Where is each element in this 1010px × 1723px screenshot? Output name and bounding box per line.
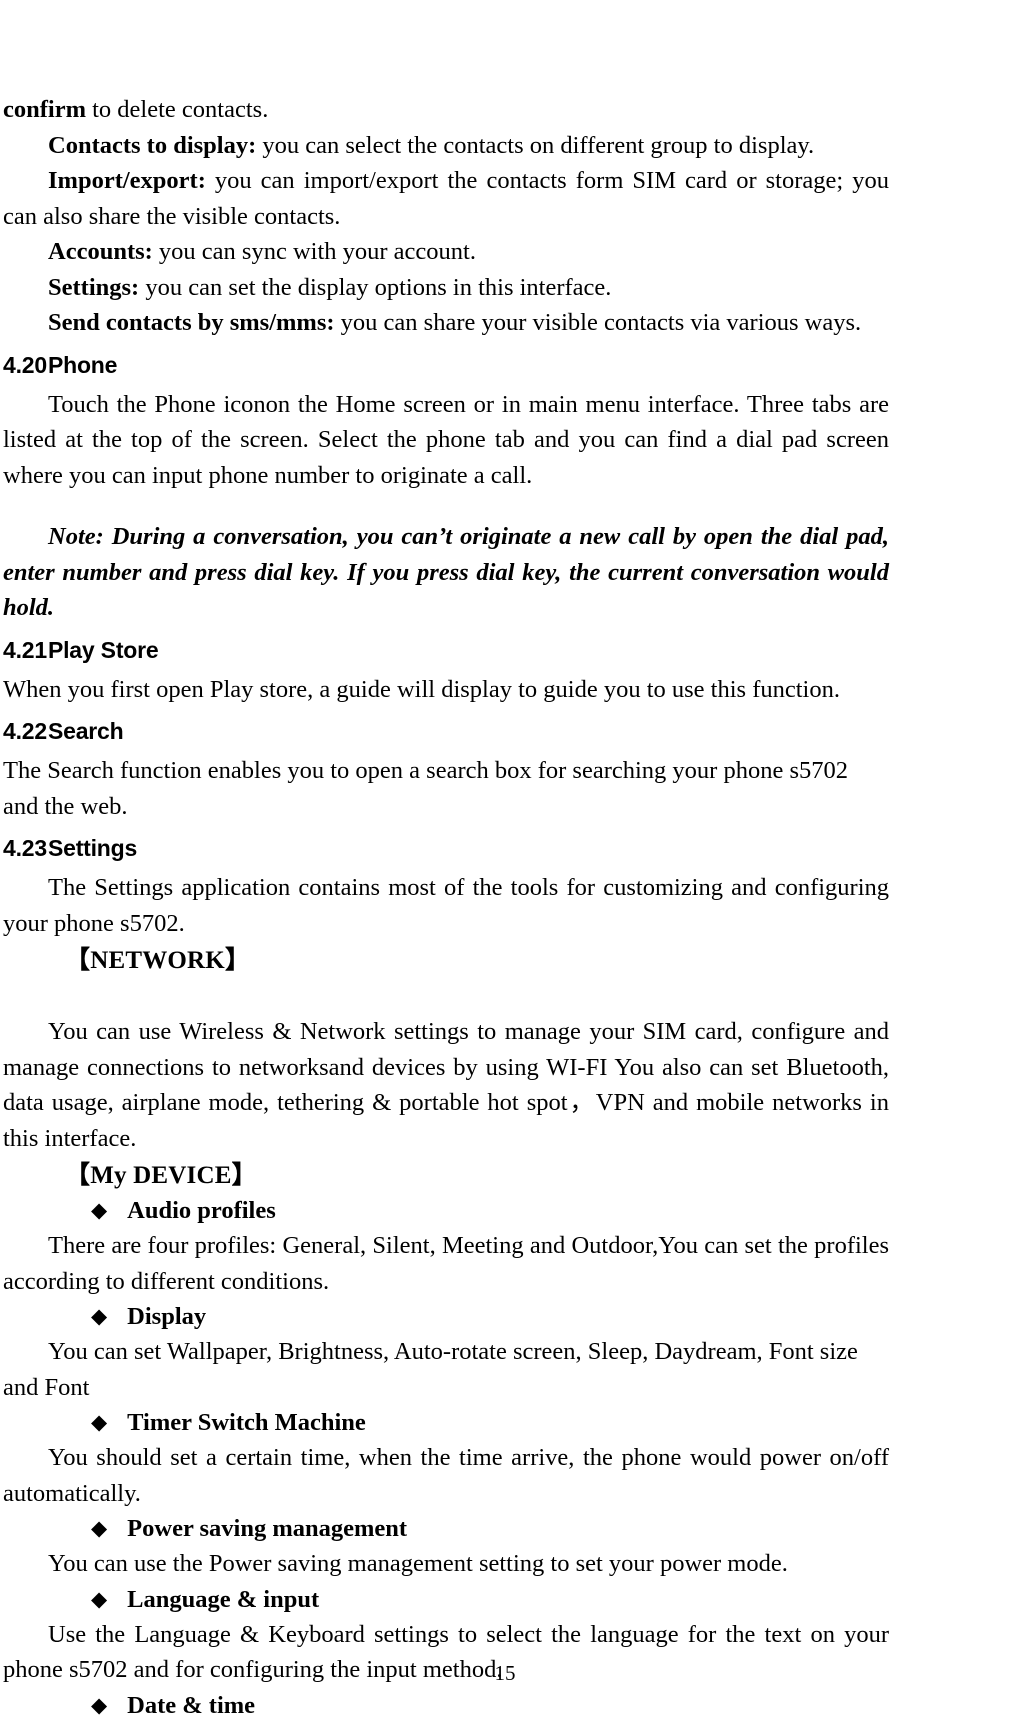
paragraph-timer-switch-machine: You should set a certain time, when the … [3,1444,889,1507]
list-item-label: Display [127,1303,207,1330]
heading-number: 4.20 [3,351,47,378]
paragraph-accounts-text: you can sync with your account. [152,238,476,265]
term-contacts-to-display: Contacts to display: [48,131,257,159]
term-send-contacts: Send contacts by sms/mms: [48,309,335,336]
paragraph-contacts-to-display: Contacts to display: you can select the … [3,128,889,164]
heading-title: Settings [47,835,138,861]
diamond-bullet-icon: ◆ [91,1304,108,1328]
paragraph-settings-entry: Settings: you can set the display option… [3,270,889,306]
paragraph-confirm-text: to delete contacts. [86,96,269,123]
manual-page: confirm to delete contacts. Contacts to … [0,0,1010,1719]
heading-number: 4.22 [3,718,47,744]
heading-title: Search [47,718,124,744]
list-item-display: ◆ Display [3,1300,889,1334]
paragraph-settings-intro: The Settings application contains most o… [3,874,889,937]
term-accounts: Accounts: [48,238,153,265]
lenticular-bracket-close-icon: 】 [231,1160,257,1189]
diamond-bullet-icon: ◆ [91,1198,108,1222]
lenticular-bracket-open-icon: 【 [65,1160,91,1189]
heading-4-20-phone: 4.20Phone [3,350,889,380]
group-label-network: NETWORK [90,947,225,974]
list-item-label: Timer Switch Machine [127,1409,366,1436]
paragraph-power-saving-management: You can use the Power saving management … [48,1550,788,1577]
page-number: 15 [494,1661,516,1685]
list-item-power-saving-management: ◆ Power saving management [3,1512,889,1546]
heading-4-21-play-store: 4.21Play Store [3,635,889,665]
paragraph-settings-entry-text: you can set the display options in this … [139,273,612,301]
paragraph-confirm: confirm to delete contacts. [3,92,889,128]
diamond-bullet-icon: ◆ [91,1516,108,1540]
heading-number: 4.23 [3,835,47,861]
list-item-label: Date & time [127,1691,256,1719]
list-item-label: Power saving management [127,1515,408,1542]
paragraph-send-contacts: Send contacts by sms/mms: you can share … [3,305,889,341]
paragraph-display: You can set Wallpaper, Brightness, Auto-… [3,1338,858,1401]
note-phone: Note: During a conversation, you can’t o… [3,523,889,621]
diamond-bullet-icon: ◆ [91,1410,108,1434]
paragraph-contacts-to-display-text: you can select the contacts on different… [256,131,815,159]
group-title-network: 【NETWORK】 [3,943,889,978]
paragraph-phone: Touch the Phone iconon the Home screen o… [3,390,889,489]
diamond-bullet-icon: ◆ [91,1586,108,1611]
list-item-date-and-time: ◆ Date & time [3,1689,889,1723]
list-item-label: Audio profiles [127,1197,276,1224]
lenticular-bracket-open-icon: 【 [65,945,91,974]
heading-number: 4.21 [3,636,47,663]
list-item-audio-profiles: ◆ Audio profiles [3,1194,889,1228]
list-item-language-and-input: ◆ Language & input [3,1583,889,1617]
paragraph-send-contacts-text: you can share your visible contacts via … [334,309,862,336]
group-title-my-device: 【My DEVICE】 [3,1158,889,1193]
diamond-bullet-icon: ◆ [91,1692,108,1717]
paragraph-search: The Search function enables you to open … [3,757,848,820]
paragraph-audio-profiles: There are four profiles: General, Silent… [3,1232,889,1295]
heading-title: Play Store [47,636,159,663]
group-label-my-device: My DEVICE [90,1162,232,1189]
term-confirm: confirm [3,96,86,123]
heading-4-22-search: 4.22Search [3,716,889,746]
term-import-export: Import/export: [48,167,206,194]
heading-4-23-settings: 4.23Settings [3,833,889,863]
paragraph-network: You can use Wireless & Network settings … [3,1018,889,1152]
paragraph-play-store: When you first open Play store, a guide … [3,675,840,703]
paragraph-accounts: Accounts: you can sync with your account… [3,234,889,270]
list-item-label: Language & input [127,1585,320,1613]
page-content: confirm to delete contacts. Contacts to … [3,92,889,1723]
heading-title: Phone [47,351,118,378]
list-item-timer-switch-machine: ◆ Timer Switch Machine [3,1406,889,1440]
paragraph-import-export: Import/export: you can import/export the… [3,163,889,234]
lenticular-bracket-close-icon: 】 [224,945,251,974]
term-settings-entry: Settings: [48,273,140,301]
